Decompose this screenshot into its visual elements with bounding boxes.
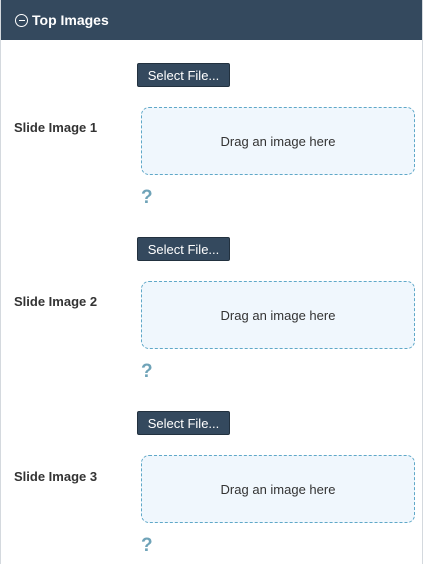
slide-image-row: Slide Image 3 Select File... Drag an ima… — [1, 411, 422, 571]
slide-image-label: Slide Image 3 — [14, 469, 98, 484]
drop-zone-text: Drag an image here — [220, 481, 336, 497]
image-drop-zone[interactable]: Drag an image here — [141, 281, 415, 349]
image-drop-zone[interactable]: Drag an image here — [141, 107, 415, 175]
drop-zone-text: Drag an image here — [220, 307, 336, 323]
slide-image-row: Slide Image 1 Select File... Drag an ima… — [1, 63, 422, 223]
panel-header[interactable]: Top Images — [1, 0, 422, 40]
help-icon[interactable]: ? — [141, 536, 153, 555]
select-file-button[interactable]: Select File... — [137, 63, 230, 87]
minus-circle-icon[interactable] — [15, 13, 28, 27]
image-drop-zone[interactable]: Drag an image here — [141, 455, 415, 523]
select-file-button[interactable]: Select File... — [137, 411, 230, 435]
panel-title: Top Images — [32, 12, 109, 28]
slide-image-row: Slide Image 2 Select File... Drag an ima… — [1, 237, 422, 397]
select-file-button[interactable]: Select File... — [137, 237, 230, 261]
slide-image-label: Slide Image 1 — [14, 120, 98, 135]
help-icon[interactable]: ? — [141, 362, 153, 381]
drop-zone-text: Drag an image here — [220, 133, 336, 149]
top-images-panel: Top Images Slide Image 1 Select File... … — [0, 0, 423, 564]
help-icon[interactable]: ? — [141, 188, 153, 207]
slide-image-label: Slide Image 2 — [14, 294, 98, 309]
